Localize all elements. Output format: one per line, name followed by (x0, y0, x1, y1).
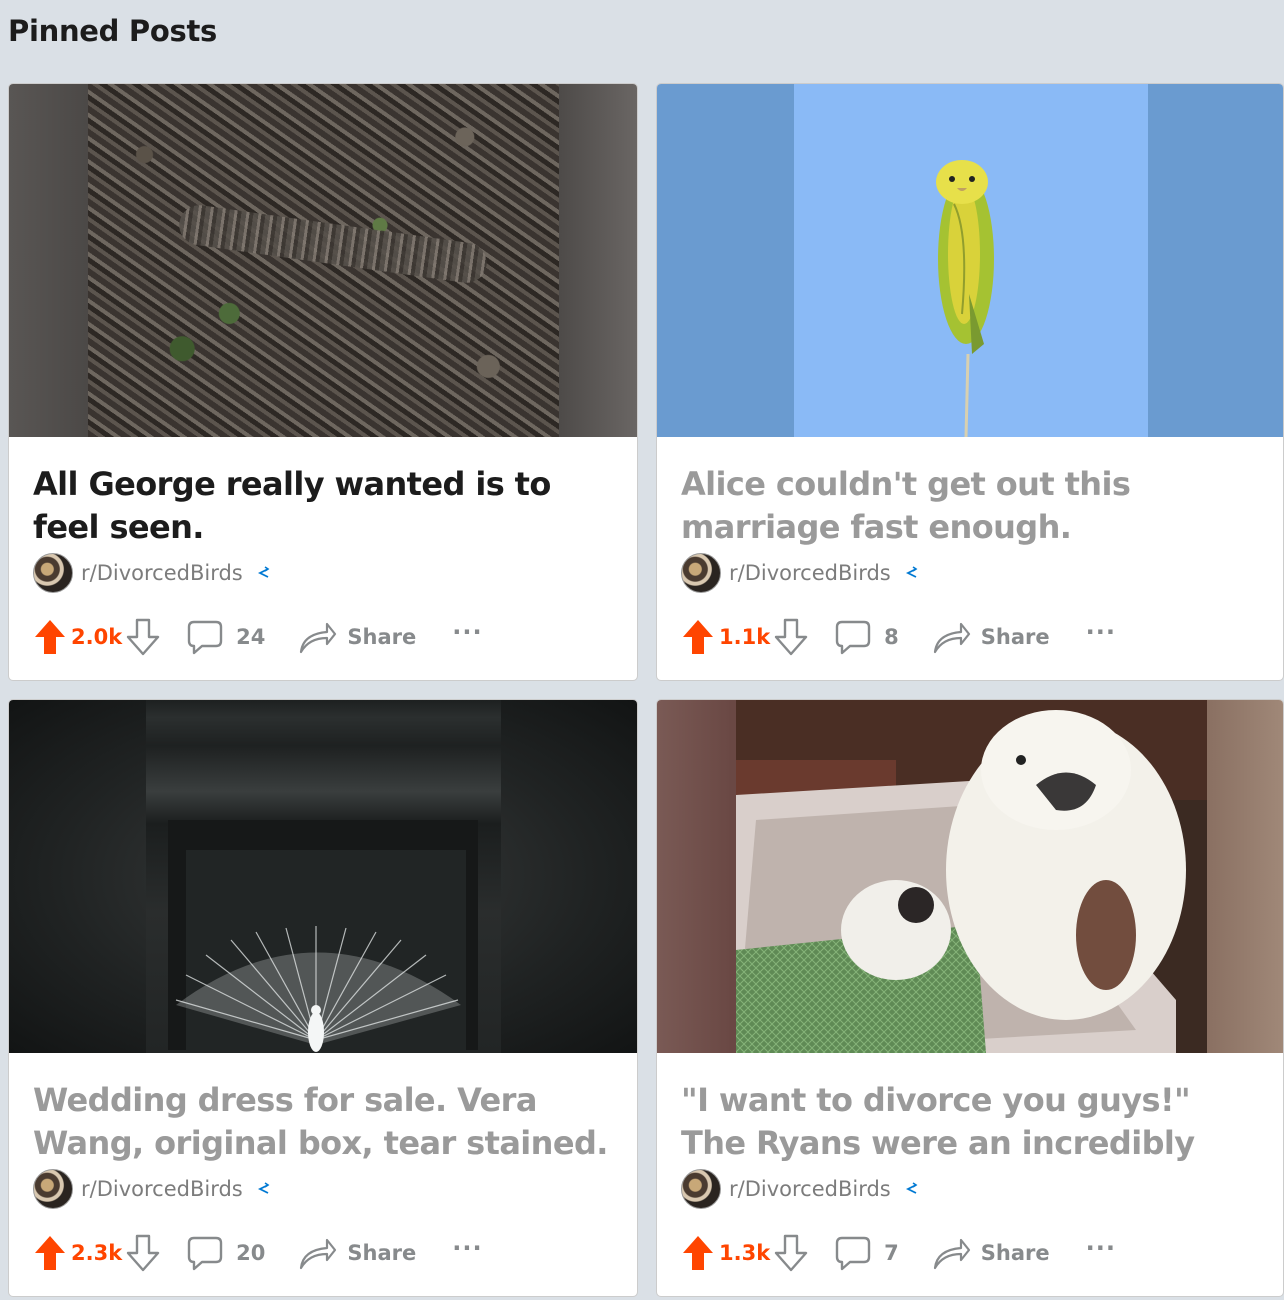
crosspost-icon (905, 566, 918, 578)
share-icon (300, 622, 337, 654)
share-label: Share (980, 625, 1050, 649)
upvote-icon[interactable] (33, 1234, 67, 1272)
share-button[interactable]: Share (297, 1234, 416, 1272)
crosspost-icon (257, 566, 270, 578)
vote-count: 1.3k (719, 1241, 771, 1265)
vote-count: 1.1k (719, 625, 771, 649)
peacock-photo (146, 700, 501, 1053)
crosspost-icon (905, 1182, 918, 1194)
comments-button[interactable]: 8 (834, 618, 899, 656)
post-image[interactable] (9, 700, 637, 1053)
share-button[interactable]: Share (931, 618, 1050, 656)
comment-icon (835, 620, 871, 655)
post-title[interactable]: Wedding dress for sale. Vera Wang, origi… (33, 1079, 613, 1165)
share-button[interactable]: Share (931, 1234, 1050, 1272)
share-icon (933, 622, 970, 654)
section-title: Pinned Posts (8, 14, 217, 48)
subreddit-link[interactable]: r/DivorcedBirds (729, 1177, 891, 1201)
comment-count: 20 (236, 1241, 266, 1265)
share-icon (933, 1238, 970, 1270)
more-options-button[interactable]: ··· (1086, 618, 1116, 646)
budgie-photo (794, 84, 1148, 437)
share-label: Share (980, 1241, 1050, 1265)
upvote-icon[interactable] (33, 618, 67, 656)
comment-count: 24 (236, 625, 266, 649)
comment-icon (187, 1236, 223, 1271)
share-icon (300, 1238, 337, 1270)
post-image[interactable] (9, 84, 637, 437)
subreddit-avatar[interactable] (33, 1169, 73, 1209)
comment-icon (187, 620, 223, 655)
downvote-icon[interactable] (774, 618, 808, 656)
share-button[interactable]: Share (297, 618, 416, 656)
post-title[interactable]: "I want to divorce you guys!" The Ryans … (681, 1079, 1259, 1165)
post-card[interactable]: "I want to divorce you guys!" The Ryans … (656, 699, 1284, 1297)
comments-button[interactable]: 24 (186, 618, 265, 656)
downvote-icon[interactable] (126, 618, 160, 656)
subreddit-avatar[interactable] (681, 1169, 721, 1209)
comments-button[interactable]: 20 (186, 1234, 265, 1272)
share-label: Share (347, 625, 417, 649)
downvote-icon[interactable] (126, 1234, 160, 1272)
share-label: Share (347, 1241, 417, 1265)
more-options-button[interactable]: ··· (452, 618, 482, 646)
leaf-litter-photo (88, 84, 559, 437)
crosspost-icon (257, 1182, 270, 1194)
budgie-illustration (936, 160, 994, 437)
post-image[interactable] (657, 84, 1283, 437)
comment-count: 7 (884, 1241, 899, 1265)
subreddit-link[interactable]: r/DivorcedBirds (81, 561, 243, 585)
more-options-button[interactable]: ··· (452, 1234, 482, 1262)
peacock-illustration (168, 820, 478, 1052)
downvote-icon[interactable] (774, 1234, 808, 1272)
comments-button[interactable]: 7 (834, 1234, 899, 1272)
subreddit-avatar[interactable] (681, 553, 721, 593)
post-title[interactable]: All George really wanted is to feel seen… (33, 463, 613, 549)
comment-icon (835, 1236, 871, 1271)
upvote-icon[interactable] (681, 618, 715, 656)
upvote-icon[interactable] (681, 1234, 715, 1272)
comment-count: 8 (884, 625, 899, 649)
vote-count: 2.0k (71, 625, 123, 649)
subreddit-link[interactable]: r/DivorcedBirds (729, 561, 891, 585)
post-title[interactable]: Alice couldn't get out this marriage fas… (681, 463, 1259, 549)
cockatoo-illustration (736, 700, 1207, 1053)
post-image[interactable] (657, 700, 1283, 1053)
post-card[interactable]: Alice couldn't get out this marriage fas… (656, 83, 1284, 681)
post-card[interactable]: All George really wanted is to feel seen… (8, 83, 638, 681)
vote-count: 2.3k (71, 1241, 123, 1265)
cockatoo-photo (736, 700, 1207, 1053)
subreddit-link[interactable]: r/DivorcedBirds (81, 1177, 243, 1201)
post-card[interactable]: Wedding dress for sale. Vera Wang, origi… (8, 699, 638, 1297)
more-options-button[interactable]: ··· (1086, 1234, 1116, 1262)
subreddit-avatar[interactable] (33, 553, 73, 593)
